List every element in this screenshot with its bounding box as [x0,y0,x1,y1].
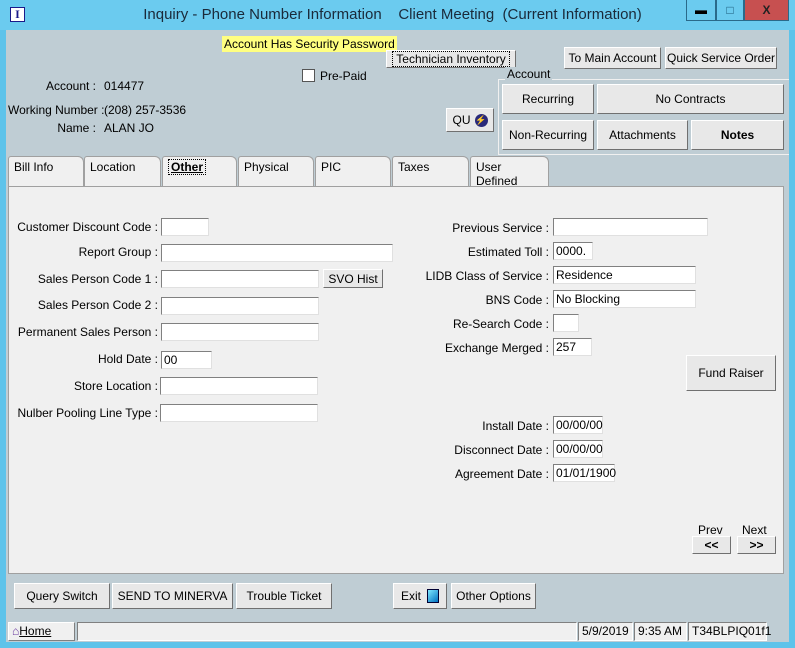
exit-door-icon [427,589,439,603]
status-time: 9:35 AM [634,622,687,641]
quick-service-order-button[interactable]: Quick Service Order [665,47,777,69]
exchange-merged-input[interactable]: 257 [553,338,592,356]
attachments-button[interactable]: Attachments [597,120,688,150]
account-label: Account : [45,79,96,93]
working-number-value: (208) 257-3536 [104,103,187,117]
previous-service-input[interactable] [553,218,708,236]
lidb-class-of-service-label: LIDB Class of Service : [425,269,549,283]
recurring-button[interactable]: Recurring [502,84,594,114]
query-switch-button[interactable]: Query Switch [14,583,110,609]
number-pooling-line-type-label: Nulber Pooling Line Type : [17,406,158,420]
tab-physical[interactable]: Physical [238,156,314,187]
permanent-sales-person-label: Permanent Sales Person : [17,325,158,339]
previous-service-label: Previous Service : [452,221,549,235]
no-contracts-button[interactable]: No Contracts [597,84,784,114]
customer-discount-code-input[interactable] [161,218,209,236]
tab-bill-info[interactable]: Bill Info [8,156,84,187]
tab-taxes[interactable]: Taxes [392,156,469,187]
account-group-title: Account [505,67,553,81]
other-options-button[interactable]: Other Options [451,583,536,609]
non-recurring-button[interactable]: Non-Recurring [502,120,594,150]
to-main-account-button[interactable]: To Main Account [564,47,661,69]
minimize-button[interactable]: ▬ [686,0,716,21]
agreement-date-input[interactable]: 01/01/1900 [553,464,616,482]
sales-person-code-2-label: Sales Person Code 2 : [37,298,158,312]
window-title: Inquiry - Phone Number Information Clien… [143,6,642,23]
bns-code-label: BNS Code : [485,293,549,307]
tab-location[interactable]: Location [84,156,161,187]
tab-user-defined[interactable]: User Defined [470,156,549,188]
tab-other[interactable]: Other [162,156,237,187]
bns-code-input[interactable]: No Blocking [553,290,696,308]
prepaid-checkbox[interactable] [302,69,315,82]
exit-button[interactable]: Exit [393,583,447,609]
prepaid-label: Pre-Paid [320,69,367,83]
status-code: T34BLPIQ01f1 [688,622,771,641]
sales-person-code-2-input[interactable] [161,297,319,315]
re-search-code-label: Re-Search Code : [452,317,549,331]
re-search-code-input[interactable] [553,314,579,332]
next-button[interactable]: >> [737,536,776,554]
install-date-input[interactable]: 00/00/00 [553,416,603,434]
home-button[interactable]: ⌂Home [8,622,75,641]
disconnect-date-input[interactable]: 00/00/00 [553,440,603,458]
trouble-ticket-button[interactable]: Trouble Ticket [236,583,332,609]
name-value: ALAN JO [104,121,155,135]
maximize-button[interactable]: □ [716,0,744,21]
next-label: Next [742,523,767,537]
qu-button[interactable]: QU ⚡ [446,108,494,132]
exchange-merged-label: Exchange Merged : [444,341,549,355]
permanent-sales-person-input[interactable] [161,323,319,341]
disconnect-date-label: Disconnect Date : [454,443,549,457]
number-pooling-line-type-input[interactable] [160,404,318,422]
report-group-input[interactable] [161,244,393,262]
sales-person-code-1-input[interactable] [161,270,319,288]
status-date: 5/9/2019 [578,622,633,641]
store-location-label: Store Location : [73,379,158,393]
prev-label: Prev [698,523,723,537]
notes-button[interactable]: Notes [691,120,784,150]
agreement-date-label: Agreement Date : [454,467,549,481]
account-value: 014477 [104,79,145,93]
estimated-toll-label: Estimated Toll : [467,245,549,259]
lidb-class-of-service-input[interactable]: Residence [553,266,696,284]
customer-discount-code-label: Customer Discount Code : [17,220,158,234]
tab-pic[interactable]: PIC [315,156,391,187]
report-group-label: Report Group : [78,245,158,259]
estimated-toll-input[interactable]: 0000. [553,242,593,260]
sales-person-code-1-label: Sales Person Code 1 : [37,272,158,286]
svo-hist-button[interactable]: SVO Hist [323,269,383,288]
prev-button[interactable]: << [692,536,731,554]
hold-date-input[interactable]: 00 [161,351,212,369]
send-to-minerva-button[interactable]: SEND TO MINERVA [112,583,233,609]
fund-raiser-button[interactable]: Fund Raiser [686,355,776,391]
working-number-label: Working Number : [8,103,105,117]
status-message [77,622,577,641]
store-location-input[interactable] [160,377,318,395]
close-button[interactable]: X [744,0,789,21]
name-label: Name : [57,121,96,135]
technician-inventory-button[interactable]: Technician Inventory [386,50,516,68]
security-notice: Account Has Security Password [222,36,397,52]
hold-date-label: Hold Date : [97,352,158,366]
lightning-icon: ⚡ [474,113,488,127]
install-date-label: Install Date : [482,419,549,433]
